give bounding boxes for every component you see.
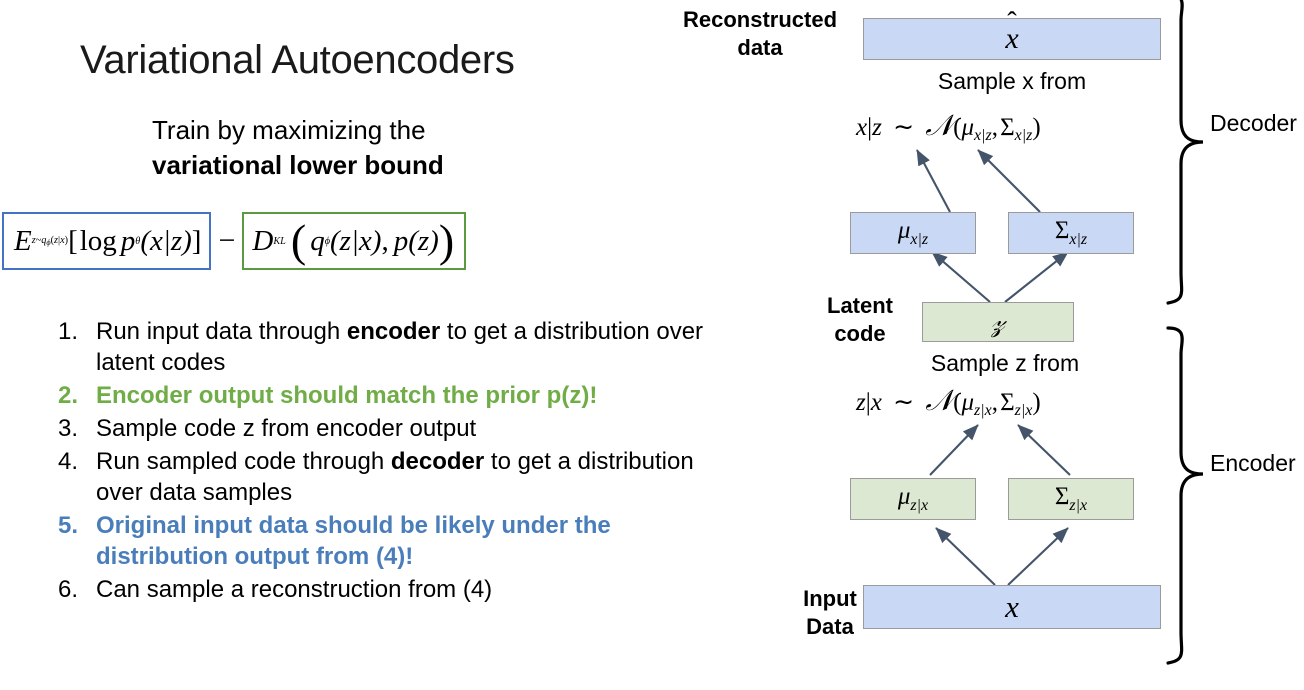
sample-x-caption: Sample x from xyxy=(937,68,1087,94)
latent-code-line-2: code xyxy=(834,321,886,346)
decoder-dist-tilde: ∼ xyxy=(893,114,915,141)
step-emphasis: encoder xyxy=(346,318,441,345)
hat-accent-icon: ˆ xyxy=(1007,7,1017,39)
arrow-mu-xz-to-dist xyxy=(916,149,951,213)
formula-p-arg: (x|z) xyxy=(140,224,192,257)
arrow-z-to-sigma-xz xyxy=(1004,251,1069,303)
step-fragment: Original input data should be likely und… xyxy=(96,512,611,570)
list-item: 5. Original input data should be likely u… xyxy=(54,510,734,572)
arrow-x-to-mu-zx xyxy=(935,527,996,586)
formula-q: q xyxy=(310,224,325,257)
step-number: 5. xyxy=(58,512,79,539)
step-text: Run input data through encoder to get a … xyxy=(96,316,734,378)
vae-architecture-diagram: Reconstructed data Latent code Input Dat… xyxy=(660,0,1304,690)
decoder-dist-lhs: x xyxy=(856,114,868,141)
node-x-hat: ˆx xyxy=(863,7,1161,60)
arrow-mu-zx-to-dist xyxy=(929,424,979,476)
node-sigma-x-given-z-symbol: Σx|z xyxy=(1054,217,1088,248)
formula-bracket-open: [ xyxy=(68,224,78,257)
arrow-sigma-xz-to-dist xyxy=(977,149,1041,213)
decoder-distribution-math: x|z ∼ 𝒩(μx|z, Σx|z) xyxy=(856,110,1041,145)
decoder-label: Decoder xyxy=(1210,110,1297,136)
formula-log: log xyxy=(79,224,117,257)
step-number: 6. xyxy=(58,576,79,603)
step-fragment: Run input data through xyxy=(96,318,347,345)
sample-z-caption: Sample z from xyxy=(930,350,1080,376)
arrow-z-to-mu-xz xyxy=(931,251,991,303)
encoder-label: Encoder xyxy=(1210,450,1296,476)
arrow-x-to-sigma-zx xyxy=(1007,527,1069,586)
step-number: 4. xyxy=(58,448,79,475)
step-emphasis: decoder xyxy=(390,448,485,475)
formula-bracket-close: ] xyxy=(191,224,202,257)
step-text: Original input data should be likely und… xyxy=(96,510,734,572)
node-sigma-z-given-x: Σz|x xyxy=(1008,478,1134,520)
formula-q-arg: (z|x) xyxy=(330,224,382,257)
node-sigma-x-given-z: Σx|z xyxy=(1008,212,1134,254)
latent-code-line-1: Latent xyxy=(827,293,893,318)
formula-comma: , xyxy=(381,224,389,257)
step-fragment: Encoder output should match the prior p(… xyxy=(96,382,598,409)
node-sigma-z-given-x-symbol: Σz|x xyxy=(1054,483,1088,514)
formula-p: p xyxy=(120,224,136,257)
reconstruction-term-box: Ez~qϕ(z|x)[log p θ (x|z)] xyxy=(2,212,212,270)
list-item: 4. Run sampled code through decoder to ge… xyxy=(54,446,734,508)
formula-minus-operator: − xyxy=(218,224,236,257)
decoder-dist-normal-symbol: 𝒩 xyxy=(925,110,954,142)
list-item: 6. Can sample a reconstruction from (4) xyxy=(54,574,734,605)
encoder-dist-normal-symbol: 𝒩 xyxy=(925,385,954,417)
node-mu-z-given-x-symbol: μz|x xyxy=(897,483,929,514)
formula-kl-p: p xyxy=(393,224,409,257)
step-fragment: Run sampled code through xyxy=(96,448,391,475)
node-x-hat-symbol: ˆx xyxy=(1005,7,1019,55)
reconstructed-data-line-2: data xyxy=(737,35,783,60)
node-x-symbol: x xyxy=(1005,589,1019,624)
step-number: 2. xyxy=(58,382,79,409)
procedure-steps-list: 1. Run input data through encoder to get … xyxy=(14,316,734,607)
list-item: 3. Sample code z from encoder output xyxy=(54,413,734,444)
step-number: 1. xyxy=(58,318,79,345)
node-z-symbol: 𝓏 xyxy=(991,305,1005,338)
encoder-dist-tilde: ∼ xyxy=(893,389,915,416)
node-mu-x-given-z-symbol: μx|z xyxy=(897,217,929,248)
encoder-dist-lhs: z xyxy=(856,389,866,416)
encoder-brace xyxy=(1166,326,1204,665)
list-item: 1. Run input data through encoder to get … xyxy=(54,316,734,378)
node-mu-z-given-x: μz|x xyxy=(850,478,976,520)
decoder-brace xyxy=(1166,0,1204,305)
list-item: 2. Encoder output should match the prior … xyxy=(54,380,734,411)
variational-lower-bound-formula: Ez~qϕ(z|x)[log p θ (x|z)] − D KL(q ϕ (z|x), p (z… xyxy=(2,212,467,270)
formula-E-subscript: z~qϕ(z|x) xyxy=(31,234,69,248)
step-number: 3. xyxy=(58,415,79,442)
encoder-distribution-math: z|x ∼ 𝒩(μz|x, Σz|x) xyxy=(856,385,1041,420)
node-x: x xyxy=(863,585,1161,629)
formula-E: E xyxy=(14,224,32,257)
kl-divergence-term-box: D KL(q ϕ (z|x), p (z)) xyxy=(242,212,467,270)
page-title: Variational Autoencoders xyxy=(80,38,515,82)
latent-code-label: Latent code xyxy=(800,292,920,348)
reconstructed-data-label: Reconstructed data xyxy=(660,6,860,62)
step-text: Sample code z from encoder output xyxy=(96,413,734,444)
subtitle-line-1: Train by maximizing the xyxy=(152,115,426,145)
slide-left-content: Variational Autoencoders Train by maximi… xyxy=(0,0,703,690)
subtitle-line-2: variational lower bound xyxy=(152,150,444,180)
step-fragment: Sample code z from encoder output xyxy=(96,415,477,442)
formula-kl-p-arg: (z) xyxy=(408,224,439,257)
step-text: Encoder output should match the prior p(… xyxy=(96,380,734,411)
step-fragment: Can sample a reconstruction from (4) xyxy=(96,576,493,603)
reconstructed-data-line-1: Reconstructed xyxy=(682,7,838,32)
node-mu-x-given-z: μx|z xyxy=(850,212,976,254)
formula-D: D xyxy=(252,224,274,257)
step-text: Can sample a reconstruction from (4) xyxy=(96,574,734,605)
subtitle-block: Train by maximizing the variational lowe… xyxy=(152,113,622,183)
formula-D-subscript: KL xyxy=(273,235,286,247)
step-text: Run sampled code through decoder to get … xyxy=(96,446,734,508)
node-z: 𝓏 xyxy=(922,302,1074,342)
arrow-sigma-zx-to-dist xyxy=(1017,424,1071,476)
